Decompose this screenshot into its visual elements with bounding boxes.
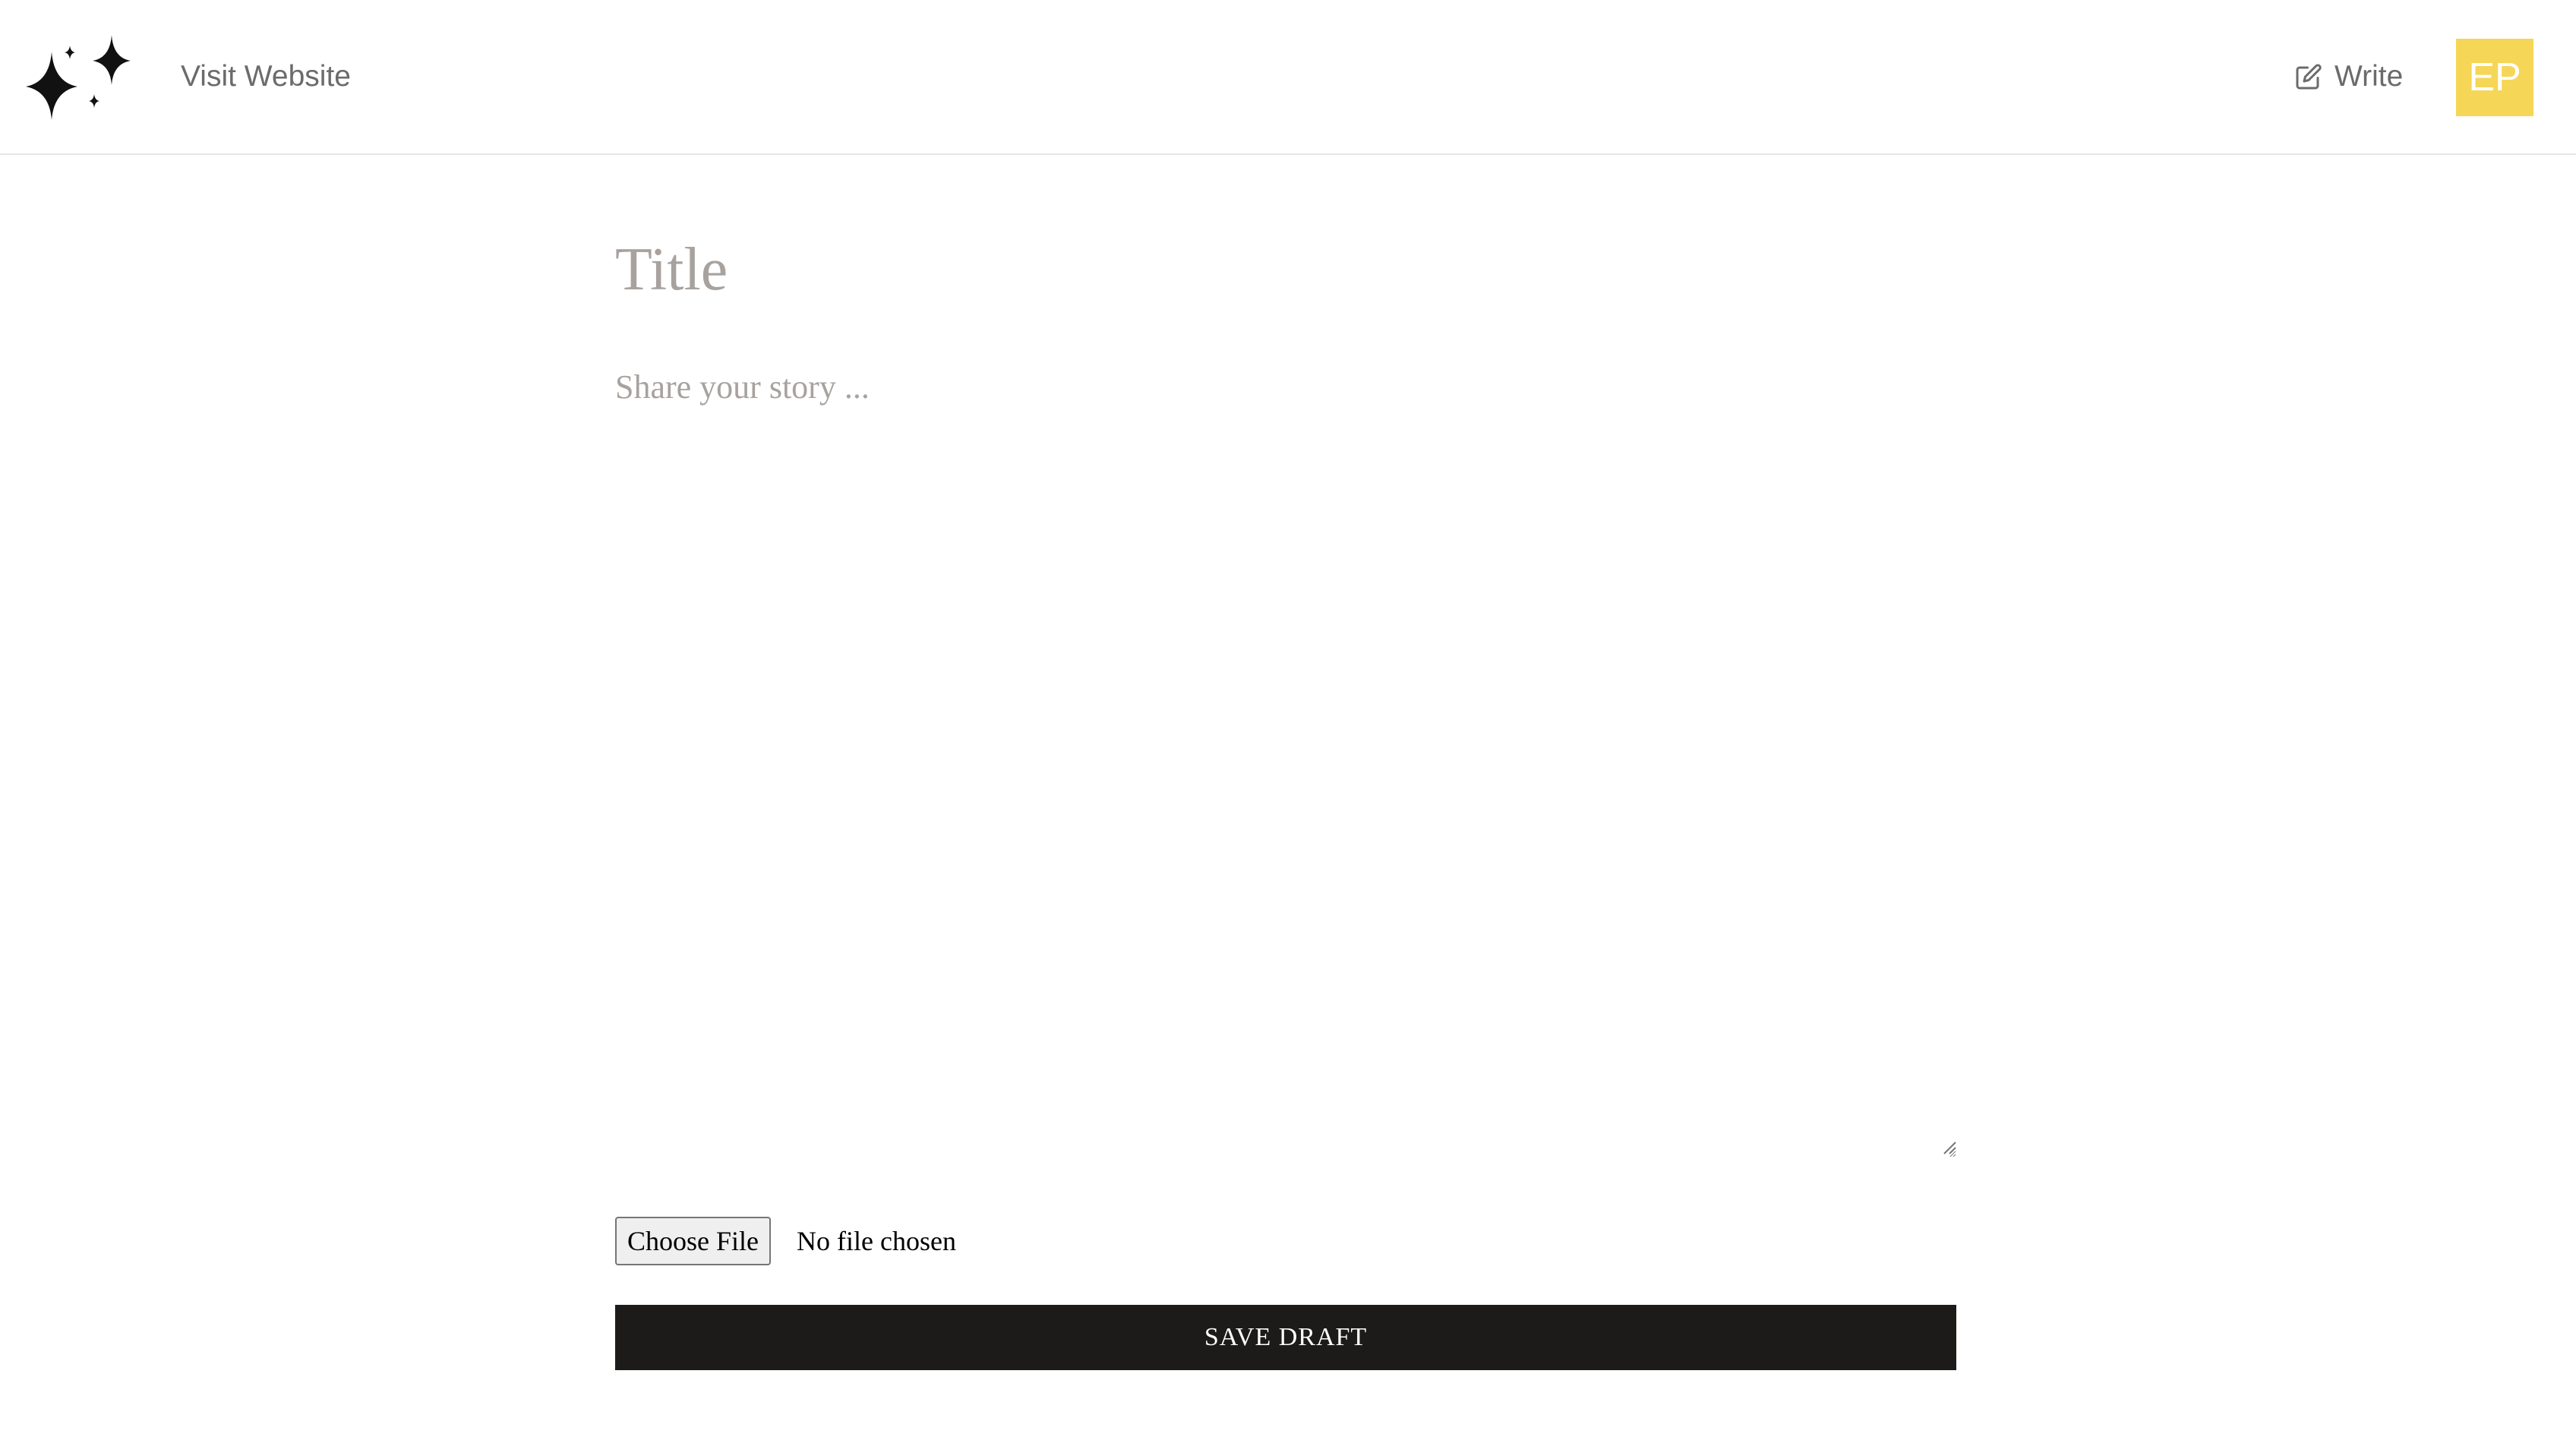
sparkles-icon[interactable]: [23, 35, 134, 120]
file-status-text: No file chosen: [797, 1226, 956, 1256]
title-input[interactable]: [615, 228, 1956, 311]
pencil-square-icon: [2295, 63, 2322, 90]
user-avatar[interactable]: EP: [2456, 39, 2533, 116]
resize-handle-icon[interactable]: [1943, 1141, 1956, 1154]
write-label: Write: [2334, 60, 2404, 93]
write-button[interactable]: Write: [2295, 58, 2403, 96]
top-nav-bar: Visit Website Write EP: [0, 0, 2576, 155]
file-upload: Choose File No file chosen: [615, 1217, 956, 1265]
choose-file-button[interactable]: Choose File: [615, 1217, 772, 1265]
save-draft-button[interactable]: SAVE DRAFT: [615, 1305, 1956, 1370]
story-textarea[interactable]: [615, 357, 1956, 1157]
visit-website-link[interactable]: Visit Website: [181, 58, 351, 96]
